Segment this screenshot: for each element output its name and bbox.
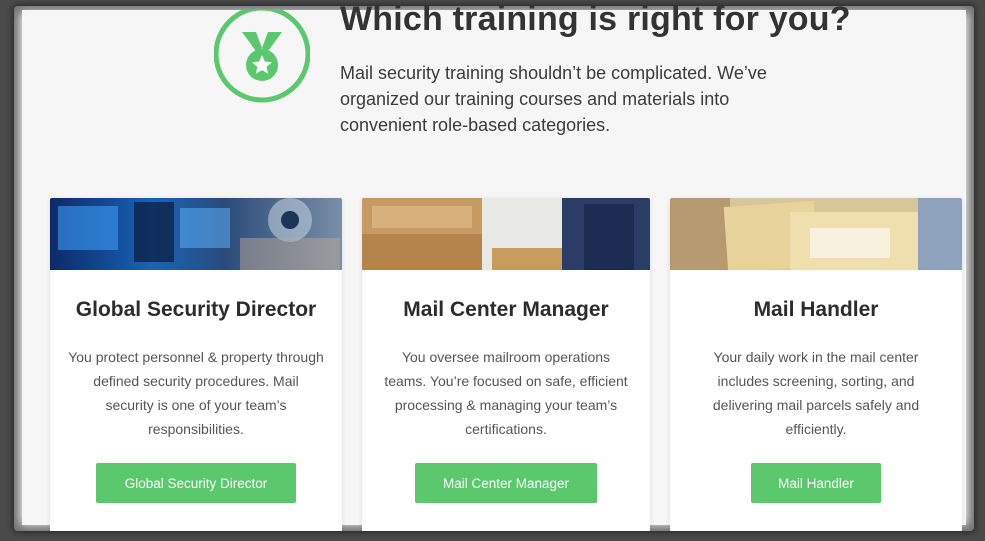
card-title: Mail Center Manager [403,298,609,321]
role-cards: Global Security Director You protect per… [50,198,970,531]
training-section: Which training is right for you? Mail se… [14,6,974,531]
mail-handler-button[interactable]: Mail Handler [751,463,881,503]
card-mail-center-manager: Mail Center Manager You oversee mailroom… [362,198,650,531]
card-global-security-director: Global Security Director You protect per… [50,198,342,531]
card-description: You oversee mailroom operations teams. Y… [384,349,628,437]
card-title: Global Security Director [75,298,317,321]
mail-center-photo [362,198,650,270]
mail-parcels-photo [670,198,962,270]
global-security-director-button[interactable]: Global Security Director [96,463,296,503]
page-title: Which training is right for you? [340,6,851,38]
card-mail-handler: Mail Handler Your daily work in the mail… [670,198,962,531]
card-description: You protect personnel & property through… [68,349,324,437]
card-title: Mail Handler [753,298,879,321]
card-description: Your daily work in the mail center inclu… [712,349,920,437]
mail-center-manager-button[interactable]: Mail Center Manager [415,463,597,503]
medal-icon [214,10,310,103]
training-panel: Which training is right for you? Mail se… [22,6,966,531]
security-director-photo [50,198,342,270]
intro-text: Mail security training shouldn’t be comp… [340,63,767,135]
